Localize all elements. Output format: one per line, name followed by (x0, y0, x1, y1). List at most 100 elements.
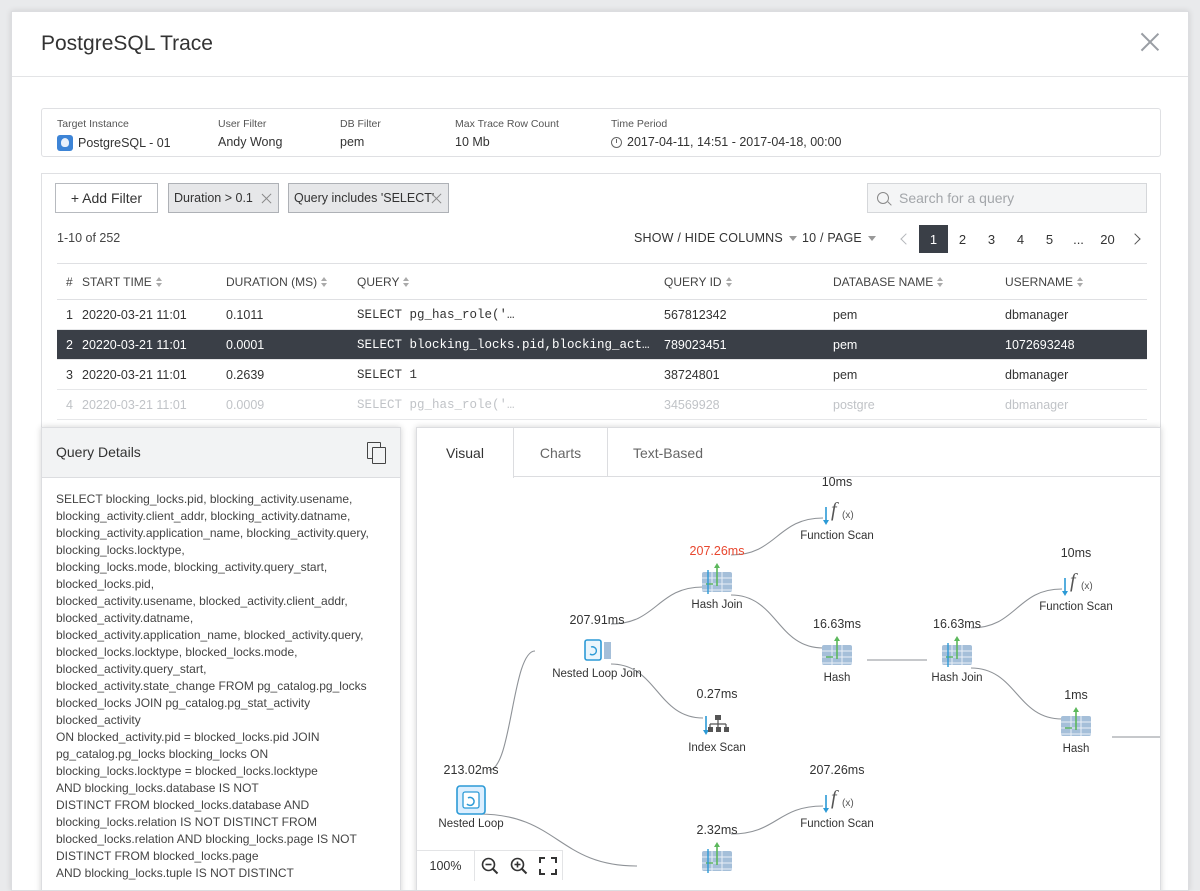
plan-node-function-scan[interactable]: 10ms f (x) Function Scan (1039, 546, 1113, 613)
query-details-title: Query Details (56, 444, 141, 460)
sort-icon[interactable] (725, 277, 733, 288)
modal-title: PostgreSQL Trace (41, 32, 213, 55)
plan-node-index-scan[interactable]: 0.27ms Index Scan (688, 687, 746, 754)
col-duration[interactable]: DURATION (MS) (225, 263, 356, 300)
filter-chip-query[interactable]: Query includes 'SELECT' (288, 183, 449, 213)
show-hide-columns-dropdown[interactable]: SHOW / HIDE COLUMNS (634, 231, 797, 245)
plan-visual-panel: Visual Charts Text-Based 213.02ms Nested … (416, 427, 1161, 891)
search-input[interactable] (897, 189, 1137, 207)
cell-start-time: 20220-03-21 11:01 (81, 299, 225, 330)
header-divider (12, 76, 1188, 77)
cell-username: dbmanager (1004, 389, 1147, 420)
plan-node-nested-loop[interactable]: 213.02ms Nested Loop (438, 763, 503, 830)
sort-icon[interactable] (403, 277, 410, 288)
query-line: AND blocking_locks.tuple IS NOT DISTINCT (56, 866, 294, 880)
page-button[interactable]: 4 (1006, 225, 1035, 253)
plan-node-hash[interactable]: 1ms Hash (1061, 688, 1091, 755)
page-ellipsis: ... (1073, 231, 1084, 247)
remove-filter-icon[interactable] (261, 193, 272, 204)
query-details-header: Query Details (42, 428, 400, 478)
col-username[interactable]: USERNAME (1004, 263, 1147, 300)
page-button[interactable]: 2 (948, 225, 977, 253)
plan-node-function-scan[interactable]: 207.26ms f (x) Function Scan (800, 763, 874, 830)
next-page-button[interactable] (1122, 225, 1151, 253)
copy-icon[interactable] (367, 442, 386, 464)
table-row-selected[interactable]: 2 20220-03-21 11:01 0.0001 SELECT blocki… (57, 329, 1147, 360)
zoom-in-icon (510, 857, 527, 874)
plan-node-hash-join[interactable]: 207.26ms Hash Join (690, 544, 745, 611)
up-arrow (714, 842, 720, 847)
db-filter-value: pem (340, 135, 365, 149)
table-row[interactable]: 4 20220-03-21 11:01 0.0009 SELECT pg_has… (57, 389, 1147, 420)
node-time: 1ms (1064, 688, 1088, 702)
sort-icon[interactable] (1077, 277, 1084, 288)
page-button[interactable]: 3 (977, 225, 1006, 253)
index-glyph (724, 727, 729, 732)
down-arrow (1062, 591, 1068, 596)
cell-query: SELECT pg_has_role('… (356, 299, 663, 330)
info-user-filter: User Filter Andy Wong (218, 118, 282, 149)
sort-icon[interactable] (321, 277, 328, 288)
table-row[interactable]: 1 20220-03-21 11:01 0.1011 SELECT pg_has… (57, 299, 1147, 330)
table-header: # START TIME DURATION (MS) QUERY QUERY I… (57, 263, 1147, 300)
table-glyph (604, 642, 611, 659)
cell-username: dbmanager (1004, 299, 1147, 330)
plan-node-nested-loop-join[interactable]: 207.91ms Nested Loop Join (552, 613, 642, 680)
cell-duration: 0.2639 (225, 359, 356, 390)
node-label: Hash (1063, 743, 1090, 755)
query-line: SELECT blocking_locks.pid, blocking_acti… (56, 492, 353, 506)
page-button[interactable]: 1 (919, 225, 948, 253)
add-filter-button[interactable]: + Add Filter (55, 183, 158, 213)
fit-screen-button[interactable] (533, 851, 562, 881)
node-label: Index Scan (688, 742, 746, 754)
node-time: 207.26ms (690, 544, 745, 558)
index-glyph (709, 720, 727, 727)
down-arrow (823, 520, 829, 525)
filter-chip-duration[interactable]: Duration > 0.1 (168, 183, 279, 213)
sort-icon[interactable] (937, 277, 944, 288)
plan-node-function-scan[interactable]: 10ms f (x) Function Scan (800, 475, 874, 542)
query-plan-graph[interactable]: 213.02ms Nested Loop 207.91ms Nested Loop J… (417, 428, 1161, 891)
per-page-label: 10 / PAGE (802, 231, 862, 245)
search-box[interactable] (867, 183, 1147, 213)
cell-start-time: 20220-03-21 11:01 (81, 389, 225, 420)
function-glyph: f (831, 787, 839, 809)
node-time: 16.63ms (813, 617, 861, 631)
zoom-out-button[interactable] (475, 851, 504, 881)
plan-node-hash-join[interactable]: 2.32ms (697, 823, 738, 873)
query-line: blocked_activity.usename, blocked_activi… (56, 594, 348, 608)
plan-node-hash[interactable]: 16.63ms Hash (813, 617, 861, 684)
cell-query: SELECT 1 (356, 359, 663, 390)
info-time-period: Time Period 2017-04-11, 14:51 - 2017-04-… (611, 118, 842, 149)
col-database-name[interactable]: DATABASE NAME (832, 263, 1004, 300)
node-label: Function Scan (800, 530, 874, 542)
cell-query-id: 567812342 (663, 299, 832, 330)
col-label: START TIME (82, 274, 152, 289)
function-glyph: f (1070, 570, 1078, 592)
node-label: Hash Join (931, 672, 982, 684)
node-time: 2.32ms (697, 823, 738, 837)
close-icon[interactable] (1139, 31, 1161, 53)
plan-edge (488, 650, 536, 771)
query-line: blocked_activity.application_name, block… (56, 628, 364, 642)
info-db-filter: DB Filter pem (340, 118, 381, 149)
page-button[interactable]: 20 (1093, 225, 1122, 253)
plan-node-hash-join[interactable]: 16.63ms Hash Join (931, 617, 982, 684)
table-row[interactable]: 3 20220-03-21 11:01 0.2639 SELECT 1 3872… (57, 359, 1147, 390)
page-button[interactable]: 5 (1035, 225, 1064, 253)
col-query-id[interactable]: QUERY ID (663, 263, 832, 300)
per-page-dropdown[interactable]: 10 / PAGE (802, 231, 876, 245)
max-trace-value: 10 Mb (455, 135, 490, 149)
remove-filter-icon[interactable] (431, 193, 442, 204)
info-label: Target Instance (57, 118, 129, 130)
col-start-time[interactable]: START TIME (81, 263, 225, 300)
zoom-in-button[interactable] (504, 851, 533, 881)
query-line: blocking_locks.locktype, (56, 543, 185, 557)
sort-icon[interactable] (155, 277, 163, 288)
user-filter-value: Andy Wong (218, 135, 283, 149)
trace-modal: PostgreSQL Trace Target Instance Postgre… (11, 11, 1189, 891)
info-label: Time Period (611, 118, 668, 130)
cell-query-id: 789023451 (663, 329, 832, 360)
col-query[interactable]: QUERY (356, 263, 663, 300)
prev-page-button[interactable] (890, 225, 919, 253)
